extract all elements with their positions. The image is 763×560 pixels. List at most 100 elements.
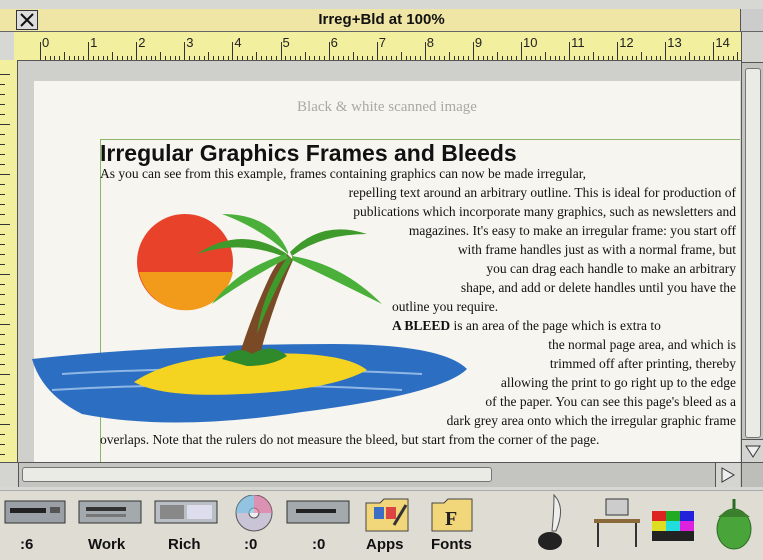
ruler-tick (0, 84, 5, 85)
ruler-tick (573, 56, 575, 60)
ruler-tick (92, 56, 94, 60)
scroll-left-icon[interactable] (0, 463, 19, 487)
ruler-tick (309, 56, 311, 60)
ruler-tick (703, 56, 705, 60)
page-area[interactable]: Black & white scanned image Irregular Gr… (18, 61, 740, 462)
ruler-tick (530, 56, 532, 60)
ruler-tick (112, 52, 114, 60)
ruler-tick (0, 294, 5, 295)
ruler-tick (684, 56, 686, 60)
ruler-tick (674, 56, 676, 60)
ruler-tick (0, 114, 5, 115)
ruler-tick (419, 56, 421, 60)
scroll-right-icon[interactable] (715, 463, 740, 487)
ruler-tick (323, 56, 325, 60)
ruler-tick (588, 56, 590, 60)
body-line: outline you require. (392, 299, 499, 314)
ruler-tick (371, 56, 373, 60)
ruler-tick (0, 374, 10, 375)
ruler-tick (64, 52, 66, 60)
acorn-icon[interactable] (712, 495, 756, 556)
ruler-tick (193, 56, 195, 60)
resize-icon[interactable] (741, 463, 763, 487)
bleed-rest: is an area of the page which is extra to (450, 318, 661, 333)
ruler-tick (477, 56, 479, 60)
vertical-scroll-thumb[interactable] (745, 68, 761, 438)
iconbar-label: Work (88, 536, 126, 553)
ruler-tick (299, 56, 301, 60)
iconbar-label: Apps (366, 536, 404, 553)
ruler-tick (102, 56, 104, 60)
ruler-tick (708, 56, 710, 60)
floppy-drive-icon[interactable] (4, 495, 66, 532)
computer-desk-icon[interactable] (592, 497, 642, 554)
ruler-tick (347, 56, 349, 60)
ruler-tick (232, 42, 234, 60)
ruler-tick (458, 56, 460, 60)
body-line: dark grey area onto which the irregular … (446, 413, 736, 428)
ruler-tick (141, 56, 142, 60)
ruler-tick (59, 56, 61, 60)
ruler-number: 4 (234, 35, 242, 50)
ruler-tick (487, 56, 489, 60)
ruler-tick (593, 52, 595, 60)
horizontal-scrollbar[interactable] (0, 462, 763, 487)
fonts-folder-icon[interactable]: F (430, 495, 474, 540)
ruler-tick (246, 56, 248, 60)
ruler-tick (391, 56, 393, 60)
ruler-tick (227, 56, 229, 60)
ruler-tick (44, 56, 46, 60)
ruler-tick (424, 42, 426, 60)
apps-folder-icon[interactable] (364, 495, 412, 540)
ruler-tick (0, 224, 10, 225)
body-line: repelling text around an arbitrary outli… (348, 185, 736, 200)
disc-drive-icon[interactable] (286, 495, 350, 532)
ruler-tick (213, 56, 215, 60)
ruler-tick (636, 56, 638, 60)
vertical-ruler (0, 60, 18, 465)
quill-ink-icon[interactable] (532, 493, 572, 558)
hard-disc-icon[interactable] (78, 495, 142, 532)
body-line: the normal page area, and which is (548, 337, 736, 352)
ruler-tick (78, 56, 80, 60)
ruler-tick (597, 56, 599, 60)
ruler-tick (0, 394, 5, 395)
ruler-tick (655, 56, 657, 60)
ruler-tick (131, 56, 133, 60)
toggle-size-icon[interactable] (740, 9, 763, 31)
ruler-tick (0, 234, 5, 235)
scroll-down-icon[interactable] (742, 439, 763, 462)
ruler-tick (583, 56, 585, 60)
ruler-tick (107, 56, 109, 60)
ruler-tick (453, 56, 455, 60)
ruler-tick (0, 424, 10, 425)
ruler-tick (0, 414, 5, 415)
ruler-number: 5 (282, 35, 290, 50)
vertical-scrollbar[interactable] (741, 32, 763, 462)
scroll-up-icon[interactable] (742, 32, 763, 63)
ruler-tick (237, 56, 239, 60)
ruler-tick (501, 56, 503, 60)
body-line: overlaps. Note that the rulers do not me… (100, 432, 600, 447)
ruler-tick (97, 56, 99, 60)
ruler-tick (251, 56, 253, 60)
ruler-tick (554, 56, 556, 60)
display-palette-icon[interactable] (650, 509, 698, 550)
horizontal-scroll-thumb[interactable] (22, 467, 492, 482)
ruler-number: 7 (378, 35, 386, 50)
ruler-tick (405, 56, 407, 60)
title-bar[interactable]: Irreg+Bld at 100% (0, 9, 763, 32)
ruler-tick (49, 56, 51, 60)
ruler-number: 9 (474, 35, 483, 50)
memory-card-icon[interactable] (154, 495, 218, 532)
document-headline: Irregular Graphics Frames and Bleeds (100, 140, 517, 166)
ruler-tick (549, 56, 551, 60)
cd-rom-icon[interactable] (232, 494, 278, 540)
iconbar-label: Fonts (431, 536, 472, 553)
ruler-tick (0, 144, 5, 145)
ruler-tick (641, 52, 643, 60)
ruler-number: 11 (571, 35, 585, 50)
ruler-tick (506, 56, 508, 60)
iconbar-label: :0 (312, 536, 326, 553)
ruler-tick (285, 56, 287, 60)
